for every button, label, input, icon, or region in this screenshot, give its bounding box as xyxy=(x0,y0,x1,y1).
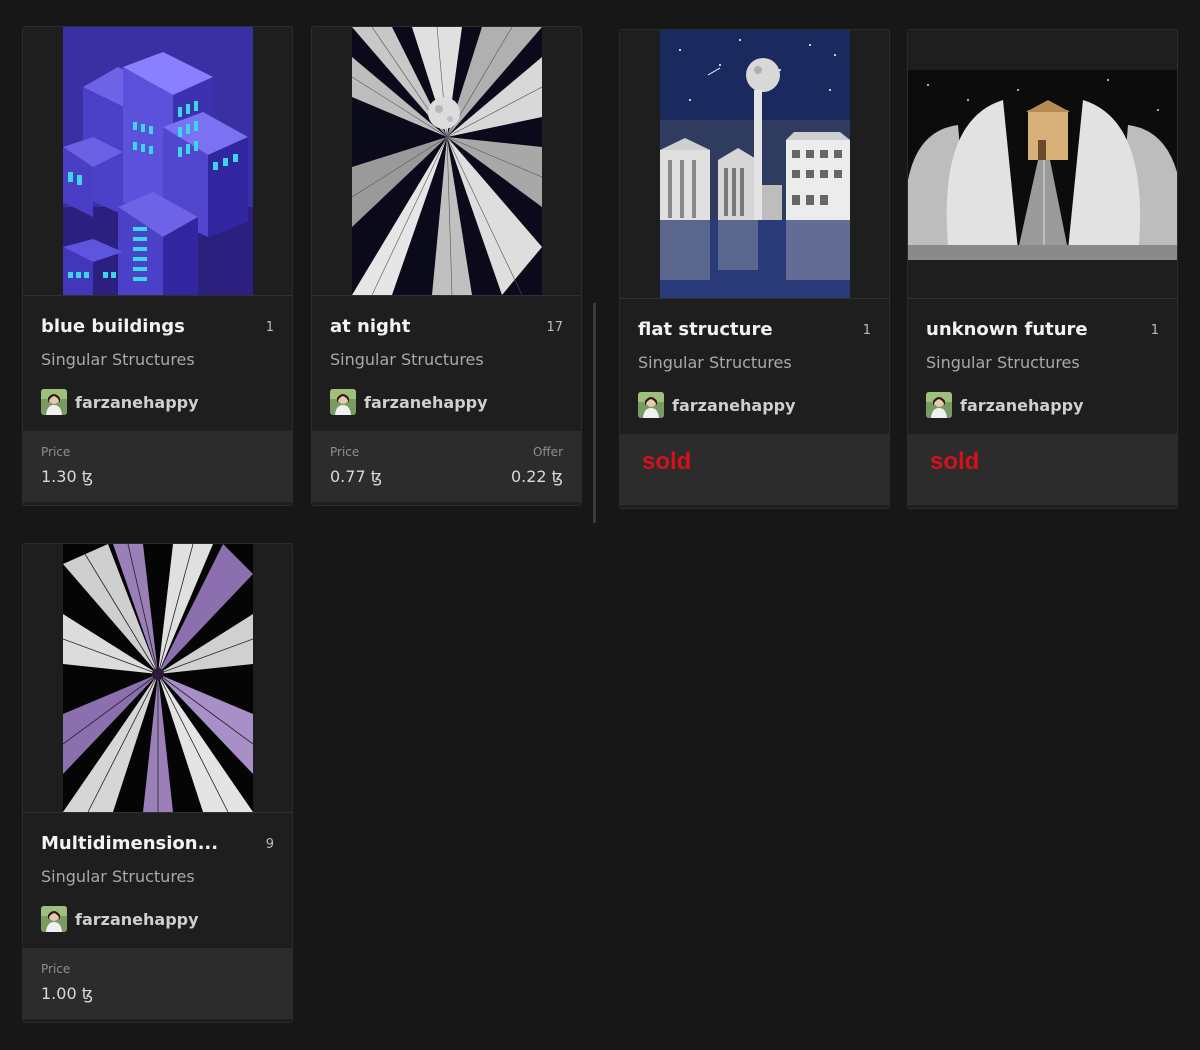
collection-name[interactable]: Singular Structures xyxy=(638,353,792,372)
artwork-thumbnail[interactable] xyxy=(620,30,889,299)
price-footer: Price 0.77 ꜩ Offer 0.22 ꜩ xyxy=(312,431,581,502)
artwork-thumbnail[interactable] xyxy=(908,30,1177,299)
creator-link[interactable]: farzanehappy xyxy=(41,388,199,416)
artwork-title[interactable]: unknown future xyxy=(926,319,1088,340)
artwork-title[interactable]: blue buildings xyxy=(41,316,185,337)
creator-link[interactable]: farzanehappy xyxy=(41,905,199,933)
unknown-future-artwork xyxy=(908,30,1177,298)
sold-status: sold xyxy=(930,448,980,475)
edition-count: 1 xyxy=(862,323,871,338)
creator-link[interactable]: farzanehappy xyxy=(330,388,488,416)
nft-card[interactable]: Multidimension... 9 Singular Structures … xyxy=(22,543,293,1023)
artwork-title[interactable]: at night xyxy=(330,316,410,337)
sold-status: sold xyxy=(642,448,692,475)
avatar xyxy=(41,389,67,415)
edition-count: 9 xyxy=(265,837,274,852)
artwork-title[interactable]: flat structure xyxy=(638,319,773,340)
nft-card[interactable]: flat structure 1 Singular Structures far… xyxy=(619,29,890,509)
creator-link[interactable]: farzanehappy xyxy=(638,391,796,419)
nft-card[interactable]: at night 17 Singular Structures farzaneh… xyxy=(311,26,582,506)
price-value: 0.77 ꜩ xyxy=(330,467,383,486)
avatar xyxy=(330,389,356,415)
price-label: Price xyxy=(330,445,360,459)
avatar xyxy=(41,906,67,932)
price-footer: Price 1.00 ꜩ xyxy=(23,948,292,1019)
creator-name[interactable]: farzanehappy xyxy=(364,393,488,412)
collection-name[interactable]: Singular Structures xyxy=(41,867,195,886)
avatar xyxy=(926,392,952,418)
artwork-thumbnail[interactable] xyxy=(23,544,292,813)
creator-name[interactable]: farzanehappy xyxy=(75,910,199,929)
artwork-thumbnail[interactable] xyxy=(23,27,292,296)
offer-value: 0.22 ꜩ xyxy=(510,467,563,486)
nft-card[interactable]: blue buildings 1 Singular Structures far… xyxy=(22,26,293,506)
price-value: 1.30 ꜩ xyxy=(41,467,94,486)
creator-name[interactable]: farzanehappy xyxy=(672,396,796,415)
creator-name[interactable]: farzanehappy xyxy=(75,393,199,412)
nft-card[interactable]: unknown future 1 Singular Structures far… xyxy=(907,29,1178,509)
multidimension-artwork xyxy=(63,544,253,812)
price-footer: sold xyxy=(620,434,889,505)
avatar xyxy=(638,392,664,418)
column-divider xyxy=(593,303,596,523)
price-footer: Price 1.30 ꜩ xyxy=(23,431,292,502)
at-night-artwork xyxy=(352,27,542,295)
offer-label: Offer xyxy=(532,445,563,459)
artwork-thumbnail[interactable] xyxy=(312,27,581,296)
creator-link[interactable]: farzanehappy xyxy=(926,391,1084,419)
edition-count: 1 xyxy=(265,320,274,335)
price-footer: sold xyxy=(908,434,1177,505)
price-value: 1.00 ꜩ xyxy=(41,984,94,1003)
flat-structure-artwork xyxy=(660,30,850,298)
price-label: Price xyxy=(41,445,71,459)
blue-buildings-artwork xyxy=(63,27,253,295)
edition-count: 17 xyxy=(546,320,563,335)
collection-name[interactable]: Singular Structures xyxy=(926,353,1080,372)
artwork-title[interactable]: Multidimension... xyxy=(41,833,218,854)
creator-name[interactable]: farzanehappy xyxy=(960,396,1084,415)
collection-name[interactable]: Singular Structures xyxy=(330,350,484,369)
price-label: Price xyxy=(41,962,71,976)
collection-name[interactable]: Singular Structures xyxy=(41,350,195,369)
edition-count: 1 xyxy=(1150,323,1159,338)
